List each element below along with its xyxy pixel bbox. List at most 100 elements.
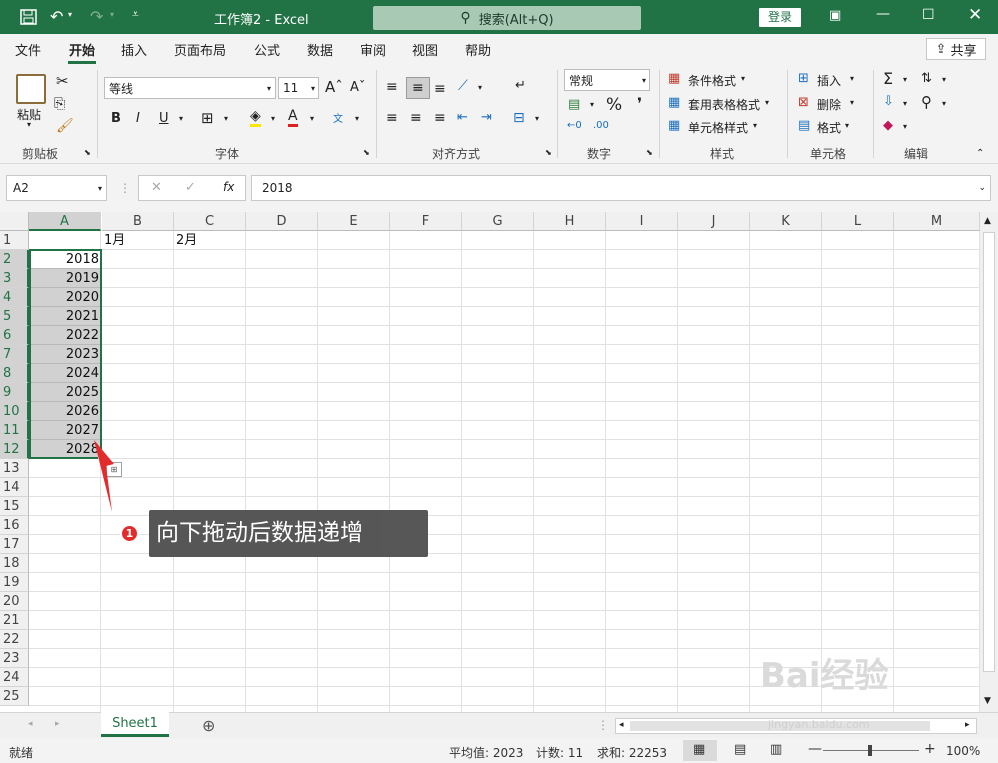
delete-button[interactable]: 删除	[817, 96, 841, 113]
tab-page-layout[interactable]: 页面布局	[174, 40, 226, 59]
column-header-i[interactable]: I	[606, 212, 678, 231]
add-sheet-icon[interactable]: ⊕	[202, 716, 215, 735]
font-launcher-icon[interactable]: ⬊	[363, 148, 370, 157]
row-header-25[interactable]: 25	[0, 687, 29, 706]
tab-data[interactable]: 数据	[307, 40, 333, 59]
column-header-m[interactable]: M	[894, 212, 980, 231]
column-header-e[interactable]: E	[318, 212, 390, 231]
chevron-down-icon[interactable]: ▾	[741, 74, 745, 83]
column-header-l[interactable]: L	[822, 212, 894, 231]
share-button[interactable]: ⇪ 共享	[926, 38, 986, 60]
cell-A4[interactable]: 2020	[31, 288, 99, 307]
increase-indent-icon[interactable]: ⇥	[481, 110, 492, 125]
increase-decimal-icon[interactable]: ←0	[567, 120, 582, 131]
fill-dropdown-icon[interactable]: ▾	[271, 114, 275, 123]
delete-cells-icon[interactable]: ⊠	[798, 95, 809, 110]
increase-font-icon[interactable]: Aˆ	[325, 78, 343, 96]
zoom-out-icon[interactable]: —	[808, 741, 822, 757]
column-header-j[interactable]: J	[678, 212, 750, 231]
save-icon[interactable]	[20, 9, 38, 25]
row-header-7[interactable]: 7	[0, 345, 29, 364]
row-header-6[interactable]: 6	[0, 326, 29, 345]
tab-home[interactable]: 开始	[69, 40, 95, 59]
scroll-right-icon[interactable]: ▸	[965, 720, 970, 730]
row-header-21[interactable]: 21	[0, 611, 29, 630]
copy-icon[interactable]: ⎘	[54, 96, 65, 112]
tab-view[interactable]: 视图	[412, 40, 438, 59]
customize-qat-icon[interactable]: ⩡	[132, 7, 139, 22]
format-as-table-button[interactable]: 套用表格格式	[688, 96, 760, 113]
normal-view-button[interactable]: ▦	[683, 740, 717, 761]
scroll-up-icon[interactable]: ▲	[984, 216, 991, 226]
row-header-1[interactable]: 1	[0, 231, 29, 250]
underline-dropdown-icon[interactable]: ▾	[179, 114, 183, 123]
cell-A8[interactable]: 2024	[31, 364, 99, 383]
ribbon-display-icon[interactable]: ▣	[829, 8, 841, 23]
undo-dropdown-icon[interactable]: ▾	[68, 10, 72, 19]
zoom-level[interactable]: 100%	[946, 744, 980, 758]
borders-icon[interactable]: ⊞	[201, 109, 214, 127]
cell-styles-button[interactable]: 单元格样式	[688, 119, 748, 136]
bold-button[interactable]: B	[111, 111, 121, 126]
row-header-24[interactable]: 24	[0, 668, 29, 687]
insert-button[interactable]: 插入	[817, 72, 841, 89]
comma-style-icon[interactable]: ❜	[637, 94, 642, 113]
column-header-c[interactable]: C	[174, 212, 246, 231]
cell-A3[interactable]: 2019	[31, 269, 99, 288]
clipboard-launcher-icon[interactable]: ⬊	[84, 148, 91, 157]
align-top-icon[interactable]: ≡	[386, 79, 398, 95]
column-header-h[interactable]: H	[534, 212, 606, 231]
borders-dropdown-icon[interactable]: ▾	[224, 114, 228, 123]
insert-function-icon[interactable]: fx	[223, 180, 234, 194]
paste-dropdown-icon[interactable]: ▾	[27, 120, 31, 129]
column-header-b[interactable]: B	[102, 212, 174, 231]
row-header-12[interactable]: 12	[0, 440, 29, 459]
row-header-4[interactable]: 4	[0, 288, 29, 307]
font-color-icon[interactable]: A	[288, 108, 298, 127]
phonetic-dropdown-icon[interactable]: ▾	[355, 114, 359, 123]
cell-A2[interactable]: 2018	[31, 250, 99, 269]
redo-icon[interactable]: ↷	[90, 7, 103, 26]
row-header-22[interactable]: 22	[0, 630, 29, 649]
row-header-19[interactable]: 19	[0, 573, 29, 592]
formula-input[interactable]: 2018 ⌄	[251, 175, 991, 201]
maximize-icon[interactable]: ☐	[922, 7, 935, 23]
format-button[interactable]: 格式	[817, 119, 841, 136]
cell-B1[interactable]: 1月	[104, 231, 125, 250]
name-box[interactable]: A2 ▾	[6, 175, 107, 201]
tab-help[interactable]: 帮助	[465, 40, 491, 59]
orientation-dropdown-icon[interactable]: ▾	[478, 83, 482, 92]
row-header-16[interactable]: 16	[0, 516, 29, 535]
orientation-icon[interactable]: ⟋	[458, 78, 468, 94]
align-bottom-icon[interactable]: ≡	[434, 81, 446, 97]
login-button[interactable]: 登录	[759, 8, 801, 27]
column-header-f[interactable]: F	[390, 212, 462, 231]
italic-button[interactable]: I	[136, 111, 140, 126]
tab-file[interactable]: 文件	[15, 40, 41, 59]
merge-center-icon[interactable]: ⊟	[513, 110, 525, 126]
row-header-14[interactable]: 14	[0, 478, 29, 497]
wrap-text-icon[interactable]: ↵	[515, 78, 526, 93]
row-header-13[interactable]: 13	[0, 459, 29, 478]
underline-button[interactable]: U	[159, 111, 169, 126]
tab-split-grip-icon[interactable]: ⋮	[597, 718, 609, 732]
chevron-down-icon[interactable]: ▾	[753, 121, 757, 130]
row-header-5[interactable]: 5	[0, 307, 29, 326]
expand-formula-icon[interactable]: ⌄	[978, 183, 986, 193]
clear-icon[interactable]: ◆	[883, 118, 893, 133]
vertical-scrollbar[interactable]: ▲ ▼	[980, 212, 998, 712]
zoom-slider-thumb[interactable]	[868, 745, 872, 756]
column-header-g[interactable]: G	[462, 212, 534, 231]
page-layout-view-icon[interactable]: ▤	[734, 742, 746, 757]
font-color-dropdown-icon[interactable]: ▾	[310, 114, 314, 123]
autosum-icon[interactable]: Σ	[883, 69, 893, 88]
chevron-down-icon[interactable]: ▾	[850, 74, 854, 83]
merge-dropdown-icon[interactable]: ▾	[535, 114, 539, 123]
sort-filter-icon[interactable]: ⇅	[921, 71, 932, 86]
font-size-select[interactable]: 11 ▾	[278, 77, 319, 99]
paste-icon[interactable]	[16, 74, 46, 104]
tab-review[interactable]: 审阅	[360, 40, 386, 59]
cell-C1[interactable]: 2月	[176, 231, 197, 250]
column-header-k[interactable]: K	[750, 212, 822, 231]
row-header-20[interactable]: 20	[0, 592, 29, 611]
